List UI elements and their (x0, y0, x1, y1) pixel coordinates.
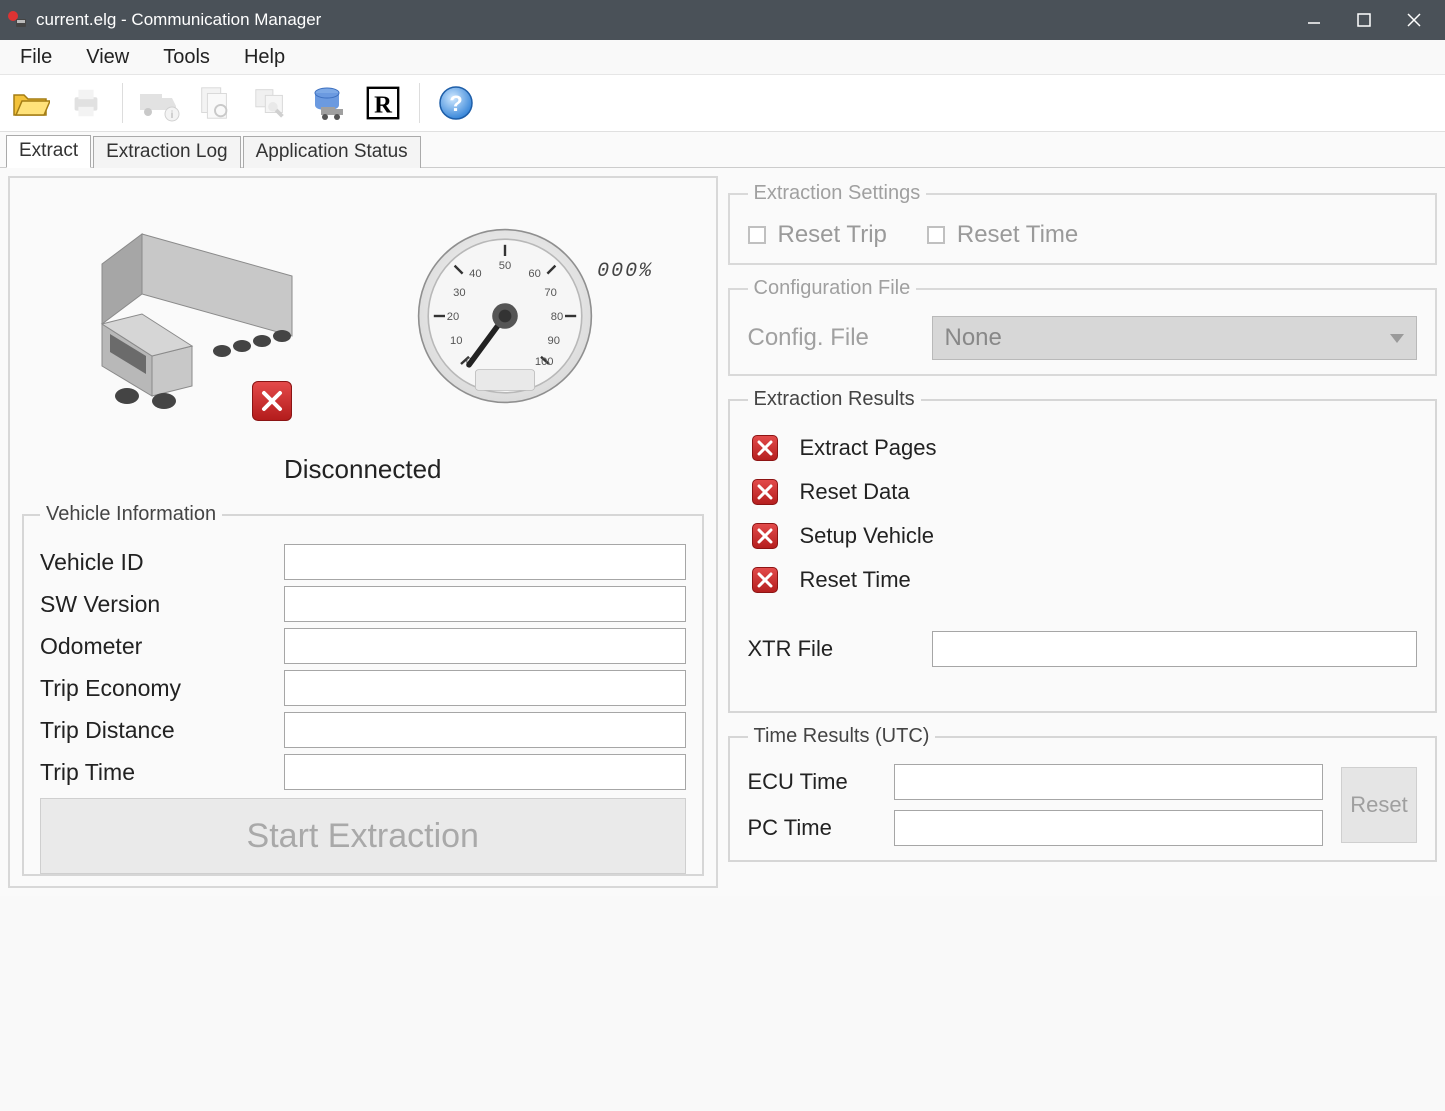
menubar: File View Tools Help (0, 40, 1445, 75)
svg-text:30: 30 (453, 287, 465, 299)
start-extraction-button[interactable]: Start Extraction (40, 798, 686, 874)
pc-time-field[interactable] (894, 810, 1324, 846)
svg-text:90: 90 (548, 335, 560, 347)
trip-economy-field[interactable] (284, 670, 686, 706)
open-folder-button[interactable] (6, 79, 54, 127)
ecu-time-label: ECU Time (748, 769, 878, 795)
reset-time-result-label: Reset Time (800, 567, 911, 593)
ecu-time-field[interactable] (894, 764, 1324, 800)
setup-vehicle-label: Setup Vehicle (800, 523, 935, 549)
svg-text:?: ? (449, 91, 462, 116)
reset-trip-checkbox[interactable]: Reset Trip (748, 221, 887, 249)
toolbar: i R (0, 75, 1445, 132)
extraction-settings-group: Extraction Settings Reset Trip Reset Tim… (728, 182, 1438, 265)
odometer-field[interactable] (284, 628, 686, 664)
x-icon (752, 435, 778, 461)
configuration-file-legend: Configuration File (748, 277, 917, 300)
r-button[interactable]: R (359, 79, 407, 127)
menu-file[interactable]: File (6, 43, 66, 72)
svg-text:60: 60 (528, 268, 540, 280)
preview-button[interactable] (191, 79, 239, 127)
svg-text:i: i (171, 110, 174, 121)
menu-view[interactable]: View (72, 43, 143, 72)
trip-distance-field[interactable] (284, 712, 686, 748)
extraction-settings-legend: Extraction Settings (748, 182, 927, 205)
menu-tools[interactable]: Tools (149, 43, 224, 72)
svg-text:40: 40 (469, 268, 481, 280)
print-button[interactable] (62, 79, 110, 127)
sw-version-field[interactable] (284, 586, 686, 622)
svg-text:R: R (374, 92, 393, 119)
extraction-results-group: Extraction Results Extract Pages Reset D… (728, 388, 1438, 713)
extraction-results-legend: Extraction Results (748, 388, 921, 411)
menu-help[interactable]: Help (230, 43, 299, 72)
svg-text:70: 70 (544, 287, 556, 299)
time-results-legend: Time Results (UTC) (748, 725, 936, 748)
titlebar: current.elg - Communication Manager (0, 0, 1445, 40)
tabs-row: Extract Extraction Log Application Statu… (0, 132, 1445, 168)
configuration-file-group: Configuration File Config. File None (728, 277, 1438, 376)
trip-distance-label: Trip Distance (40, 717, 270, 744)
x-icon (752, 479, 778, 505)
connection-status: Disconnected (20, 454, 706, 485)
gauge-readout: 000% (597, 260, 653, 283)
svg-text:20: 20 (447, 311, 459, 323)
reset-time-button[interactable]: Reset (1341, 767, 1417, 843)
config-file-select[interactable]: None (932, 316, 1418, 360)
chevron-down-icon (1390, 334, 1404, 343)
trip-time-field[interactable] (284, 754, 686, 790)
trip-time-label: Trip Time (40, 759, 270, 786)
svg-text:80: 80 (551, 311, 563, 323)
window-title: current.elg - Communication Manager (36, 10, 321, 30)
tab-extract[interactable]: Extract (6, 135, 91, 168)
settings-button[interactable] (247, 79, 295, 127)
tab-extraction-log[interactable]: Extraction Log (93, 136, 240, 168)
time-results-group: Time Results (UTC) ECU Time PC Time Rese… (728, 725, 1438, 862)
svg-text:50: 50 (499, 260, 511, 272)
vehicle-id-label: Vehicle ID (40, 549, 270, 576)
help-button[interactable]: ? (432, 79, 480, 127)
x-icon (752, 523, 778, 549)
odometer-label: Odometer (40, 633, 270, 660)
vehicle-information-legend: Vehicle Information (40, 503, 222, 526)
vehicle-id-field[interactable] (284, 544, 686, 580)
xtr-file-field[interactable] (932, 631, 1418, 667)
config-file-label: Config. File (748, 324, 908, 352)
close-button[interactable] (1389, 0, 1439, 40)
sw-version-label: SW Version (40, 591, 270, 618)
extract-pages-label: Extract Pages (800, 435, 937, 461)
truck-image (72, 201, 312, 431)
disconnected-icon (252, 381, 292, 421)
reset-trip-label: Reset Trip (778, 221, 887, 249)
xtr-file-label: XTR File (748, 636, 908, 662)
gauge-image: 50 4060 3070 2080 1090 0100 (413, 196, 653, 436)
reset-time-checkbox[interactable]: Reset Time (927, 221, 1078, 249)
toolbar-separator (122, 83, 123, 123)
trip-economy-label: Trip Economy (40, 675, 270, 702)
pc-time-label: PC Time (748, 815, 878, 841)
database-truck-button[interactable] (303, 79, 351, 127)
toolbar-separator (419, 83, 420, 123)
truck-info-button[interactable]: i (135, 79, 183, 127)
svg-text:10: 10 (450, 335, 462, 347)
maximize-button[interactable] (1339, 0, 1389, 40)
tab-application-status[interactable]: Application Status (243, 136, 421, 168)
app-icon (6, 9, 28, 31)
minimize-button[interactable] (1289, 0, 1339, 40)
reset-data-label: Reset Data (800, 479, 910, 505)
x-icon (752, 567, 778, 593)
vehicle-information-group: Vehicle Information Vehicle ID SW Versio… (22, 503, 704, 876)
reset-time-label: Reset Time (957, 221, 1078, 249)
config-file-value: None (945, 324, 1002, 352)
svg-text:100: 100 (535, 356, 554, 368)
